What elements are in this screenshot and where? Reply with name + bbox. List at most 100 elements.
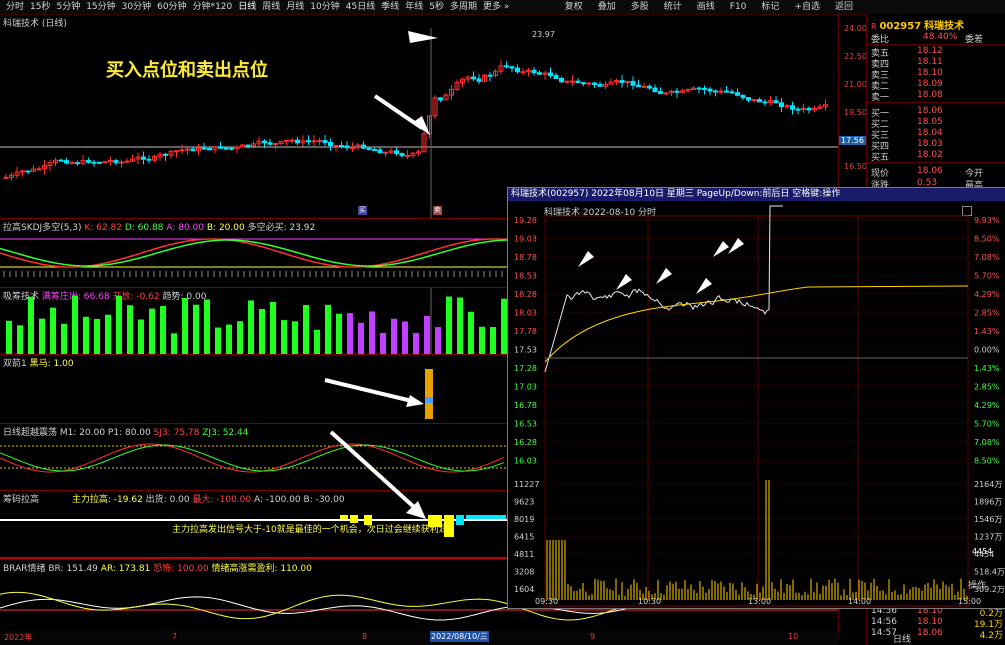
- candle-body: [674, 90, 680, 93]
- order-book-row[interactable]: 买一 18.06: [871, 106, 1003, 119]
- candle-body: [537, 72, 542, 75]
- order-book-row[interactable]: 买二 18.05: [871, 117, 1003, 130]
- svg-text:6415: 6415: [514, 533, 534, 542]
- period-tab[interactable]: 5秒: [429, 2, 444, 12]
- svg-text:18.28: 18.28: [514, 290, 537, 299]
- candle-body: [757, 99, 762, 103]
- candle-body: [548, 72, 553, 76]
- candle-body: [328, 141, 333, 147]
- candle-body: [146, 158, 152, 161]
- tool-button[interactable]: F10: [730, 2, 747, 12]
- period-tab[interactable]: 分时: [6, 2, 24, 12]
- candle-body: [36, 168, 42, 171]
- period-tab[interactable]: 周线: [262, 2, 280, 12]
- candle-body: [91, 161, 97, 164]
- candle-body: [724, 90, 729, 93]
- candle-body: [476, 78, 482, 82]
- candle-body: [509, 66, 515, 69]
- svg-text:17.78: 17.78: [514, 327, 537, 336]
- period-tab[interactable]: 45日线: [346, 2, 375, 12]
- period-tab[interactable]: 15分钟: [86, 2, 115, 12]
- candle-body: [707, 88, 713, 92]
- period-tab[interactable]: 月线: [286, 2, 304, 12]
- order-book-row[interactable]: 卖三 18.10: [871, 68, 1003, 81]
- candle-body: [333, 144, 339, 147]
- candle-body: [790, 105, 795, 110]
- candle-body: [245, 144, 251, 147]
- tool-button[interactable]: 叠加: [598, 2, 616, 12]
- candle-body: [289, 139, 295, 142]
- period-tab[interactable]: 5分钟: [56, 2, 80, 12]
- candle-body: [223, 147, 229, 150]
- svg-text:518.4万: 518.4万: [974, 568, 1005, 577]
- order-book-row[interactable]: 卖二 18.09: [871, 79, 1003, 92]
- tool-button[interactable]: +自选: [794, 2, 820, 12]
- date-axis: 2022年 7 8 2022/08/10/三 9 10: [0, 630, 838, 645]
- period-tab[interactable]: 季线: [381, 2, 399, 12]
- candle-body: [702, 87, 707, 90]
- period-tab[interactable]: 日线: [238, 2, 256, 12]
- arrow-icon: [324, 378, 424, 407]
- period-tab[interactable]: 多周期: [450, 2, 477, 12]
- candle-body: [344, 145, 350, 149]
- price-tick: 21.00: [844, 80, 867, 89]
- order-book-row[interactable]: 卖一 18.08: [871, 90, 1003, 103]
- svg-text:9.93%: 9.93%: [974, 216, 1000, 225]
- candle-body: [405, 154, 410, 157]
- tool-button[interactable]: 统计: [664, 2, 682, 12]
- candle-body: [273, 143, 278, 146]
- order-book-row[interactable]: 买四 18.03: [871, 139, 1003, 152]
- candle-body: [487, 74, 493, 77]
- order-book-row[interactable]: 买三 18.04: [871, 128, 1003, 141]
- tab-daily[interactable]: 日线: [867, 632, 937, 645]
- candle-body: [581, 82, 586, 85]
- svg-text:17.28: 17.28: [514, 364, 537, 373]
- order-book-row[interactable]: 卖四 18.11: [871, 57, 1003, 70]
- candle-body: [713, 90, 718, 93]
- svg-text:8019: 8019: [514, 515, 534, 524]
- candle-body: [641, 85, 647, 88]
- tool-button[interactable]: 画线: [697, 2, 715, 12]
- period-tab[interactable]: 10分钟: [310, 2, 339, 12]
- candle-body: [306, 140, 311, 143]
- candle-body: [102, 161, 108, 164]
- tool-button[interactable]: 复权: [565, 2, 583, 12]
- candle-body: [179, 149, 185, 152]
- svg-text:17.53: 17.53: [514, 346, 537, 355]
- svg-text:9623: 9623: [514, 498, 534, 507]
- candle-body: [795, 108, 801, 111]
- svg-text:1.43%: 1.43%: [974, 364, 1000, 373]
- period-tab[interactable]: 60分钟: [157, 2, 186, 12]
- svg-text:16.28: 16.28: [514, 438, 537, 447]
- r-icon: R: [871, 22, 877, 31]
- period-tab[interactable]: 15秒: [30, 2, 50, 12]
- candle-body: [784, 105, 790, 108]
- tool-button[interactable]: 返回: [835, 2, 853, 12]
- op-tab[interactable]: 操作: [968, 578, 986, 591]
- order-book-row[interactable]: 买五 18.02: [871, 150, 1003, 163]
- tool-button[interactable]: 多股: [631, 2, 649, 12]
- period-tab[interactable]: 更多 »: [483, 2, 509, 12]
- period-tab[interactable]: 30分钟: [122, 2, 151, 12]
- order-book-row[interactable]: 卖五 18.12: [871, 46, 1003, 59]
- intraday-popup[interactable]: 科瑞技术(002957) 2022年08月10日 星期三 PageUp/Down…: [507, 187, 1005, 609]
- svg-text:1.43%: 1.43%: [974, 327, 1000, 336]
- svg-text:17.03: 17.03: [514, 383, 537, 392]
- candle-body: [25, 170, 31, 173]
- arrow-icon: [412, 116, 430, 135]
- candle-body: [97, 161, 102, 164]
- candle-body: [322, 140, 328, 143]
- candle-body: [113, 160, 119, 164]
- candle-body: [586, 82, 592, 85]
- candle-body: [229, 147, 234, 150]
- candle-body: [185, 148, 190, 151]
- period-tab[interactable]: 分钟*120: [193, 2, 233, 12]
- candle-body: [806, 107, 812, 111]
- candle-body: [504, 65, 509, 68]
- candle-body: [141, 156, 146, 160]
- period-tab[interactable]: 年线: [405, 2, 423, 12]
- candle-body: [58, 159, 64, 162]
- price-tick: 19.50: [844, 108, 867, 117]
- popup-title[interactable]: 科瑞技术(002957) 2022年08月10日 星期三 PageUp/Down…: [508, 188, 1005, 201]
- tool-button[interactable]: 标记: [761, 2, 779, 12]
